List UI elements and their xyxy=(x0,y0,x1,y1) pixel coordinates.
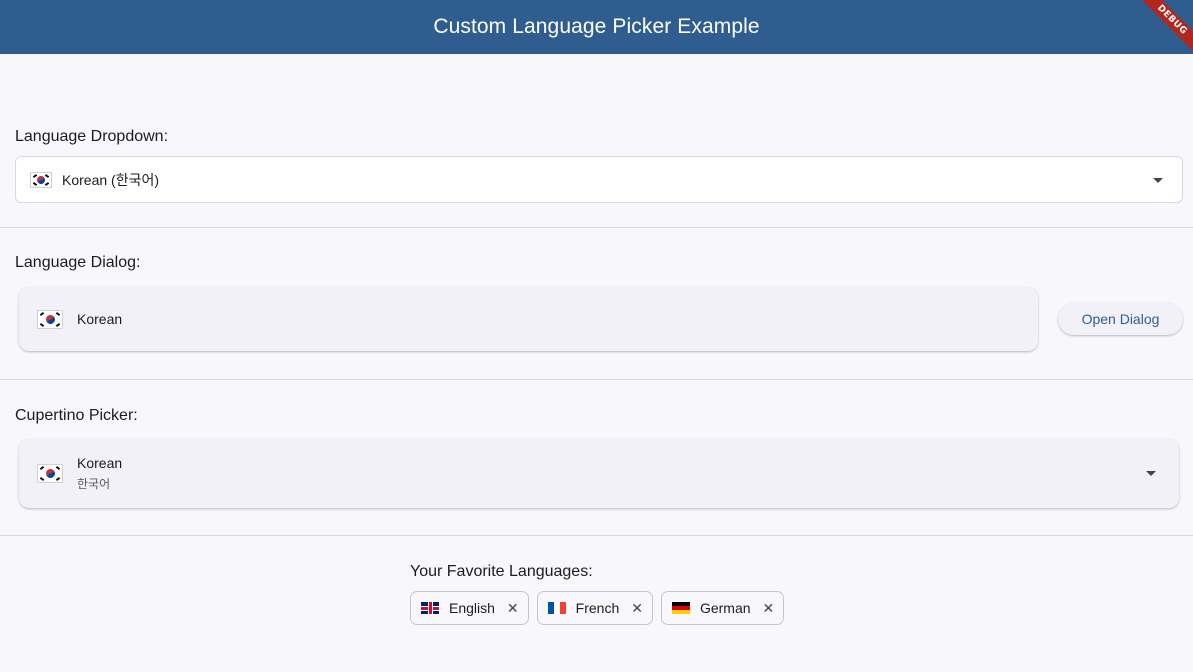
cupertino-section-label: Cupertino Picker: xyxy=(15,407,138,424)
kr-flag-icon xyxy=(30,171,52,188)
favorites-label: Your Favorite Languages: xyxy=(410,563,593,580)
divider xyxy=(0,535,1193,536)
favorite-chip-english[interactable]: English ✕ xyxy=(410,591,529,625)
close-icon[interactable]: ✕ xyxy=(631,601,643,615)
open-dialog-button[interactable]: Open Dialog xyxy=(1058,303,1183,335)
language-dropdown[interactable]: Korean (한국어) xyxy=(15,156,1183,203)
cupertino-picker-field[interactable]: Korean 한국어 xyxy=(19,439,1179,508)
cupertino-arrow-icon[interactable] xyxy=(1146,471,1156,476)
chip-label: German xyxy=(699,600,751,616)
chip-label: English xyxy=(449,600,495,616)
divider xyxy=(0,379,1193,380)
dropdown-arrow-icon[interactable] xyxy=(1153,178,1163,183)
de-flag-icon xyxy=(671,602,690,614)
favorite-chip-french[interactable]: French ✕ xyxy=(536,591,653,625)
debug-banner: DEBUG xyxy=(1133,0,1193,60)
divider xyxy=(0,227,1193,228)
close-icon[interactable]: ✕ xyxy=(763,601,775,615)
dialog-selected-language-card[interactable]: Korean xyxy=(19,287,1038,351)
close-icon[interactable]: ✕ xyxy=(507,601,519,615)
gb-flag-icon xyxy=(421,602,439,614)
dialog-selected-value: Korean xyxy=(77,311,123,327)
dialog-section-label: Language Dialog: xyxy=(15,254,141,271)
kr-flag-icon xyxy=(37,309,63,329)
kr-flag-icon xyxy=(37,464,63,483)
favorites-chip-list: English ✕ French ✕ German ✕ xyxy=(410,591,792,625)
cupertino-selected-name: Korean xyxy=(77,455,123,471)
dropdown-section-label: Language Dropdown: xyxy=(15,128,169,145)
chip-label: French xyxy=(575,600,620,616)
app-bar: Custom Language Picker Example xyxy=(0,0,1193,54)
app-title: Custom Language Picker Example xyxy=(433,15,760,38)
dropdown-selected-value: Korean (한국어) xyxy=(62,171,159,188)
fr-flag-icon xyxy=(547,602,566,614)
cupertino-selected-native: 한국어 xyxy=(77,477,111,491)
favorite-chip-german[interactable]: German ✕ xyxy=(660,591,785,625)
debug-banner-label: DEBUG xyxy=(1135,0,1193,57)
